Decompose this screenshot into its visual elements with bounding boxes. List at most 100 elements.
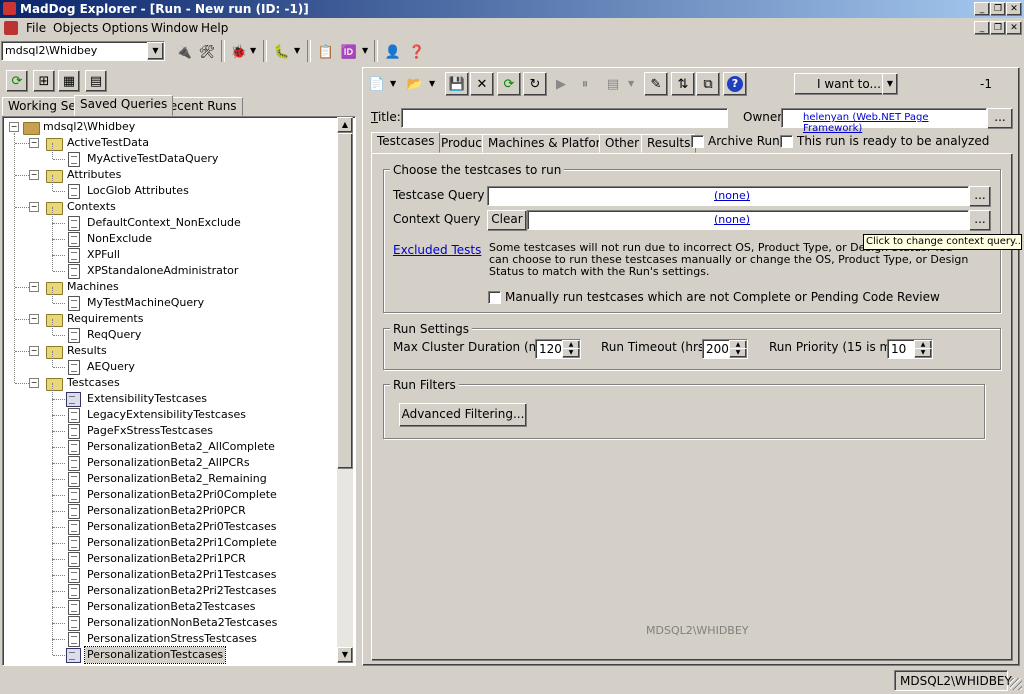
testcase-query-link[interactable]: (none) xyxy=(714,189,750,202)
collapse-icon[interactable]: − xyxy=(29,314,39,324)
connect-icon[interactable]: 🔌 xyxy=(172,40,196,64)
testcase-query-field[interactable]: (none) xyxy=(487,186,969,206)
tree-node-label: Testcases xyxy=(67,376,120,389)
id-dropdown-icon[interactable]: ▼ xyxy=(362,46,368,55)
save-icon[interactable]: 💾 xyxy=(445,72,469,96)
collapse-icon[interactable]: − xyxy=(29,378,39,388)
mdi-restore-button[interactable]: ❐ xyxy=(990,21,1006,35)
play-icon[interactable]: ▶ xyxy=(549,72,573,96)
edit-icon[interactable]: ✎ xyxy=(644,72,668,96)
mdi-minimize-button[interactable]: _ xyxy=(974,21,990,35)
new-run-dropdown-icon[interactable]: ▼ xyxy=(390,79,396,88)
help-icon[interactable]: ❓ xyxy=(405,40,429,64)
menu-window[interactable]: Window xyxy=(151,21,198,35)
collapse-icon[interactable]: − xyxy=(29,202,39,212)
manual-run-checkbox[interactable] xyxy=(488,291,501,304)
collapse-icon[interactable]: − xyxy=(29,170,39,180)
tab-saved-queries[interactable]: Saved Queries xyxy=(74,95,174,116)
timeout-spinner[interactable]: 200 ▲ ▼ xyxy=(702,339,748,359)
pause-icon[interactable]: ⏸ xyxy=(573,72,597,96)
tree-node[interactable]: ReqQuery xyxy=(3,319,333,343)
tree-node[interactable]: XPStandaloneAdministrator xyxy=(3,255,333,279)
refresh-run-icon[interactable]: ⟳ xyxy=(497,72,521,96)
open-dropdown-icon[interactable]: ▼ xyxy=(429,79,435,88)
server-combo[interactable]: mdsql2\Whidbey ▼ xyxy=(1,41,165,61)
menu-objects[interactable]: Objects xyxy=(53,21,98,35)
testcase-query-browse-button[interactable]: ... xyxy=(969,186,991,207)
chevron-down-icon[interactable]: ▼ xyxy=(882,73,898,95)
tools-icon[interactable]: 🛠 xyxy=(195,40,219,64)
collapse-icon[interactable]: − xyxy=(9,122,19,132)
tree-node[interactable]: LocGlob Attributes xyxy=(3,175,333,199)
resize-grip-icon[interactable] xyxy=(1010,678,1022,690)
priority-spinner[interactable]: 10 ▲ ▼ xyxy=(887,339,933,359)
user-icon[interactable]: 👤 xyxy=(381,40,405,64)
tab-testcases[interactable]: Testcases xyxy=(371,132,441,153)
close-button[interactable]: ✕ xyxy=(1006,2,1022,16)
owner-link[interactable]: helenyan (Web.NET Page Framework) xyxy=(803,112,986,134)
app-icon[interactable] xyxy=(3,2,16,15)
refresh-icon[interactable]: ⟳ xyxy=(6,70,28,92)
help-circle-icon[interactable]: ? xyxy=(723,72,747,96)
calculator-icon[interactable]: ▦ xyxy=(58,70,80,92)
scroll-thumb[interactable] xyxy=(337,133,353,469)
bug-settings-dropdown-icon[interactable]: ▼ xyxy=(294,46,300,55)
reload-icon[interactable]: ↻ xyxy=(523,72,547,96)
menu-options[interactable]: Options xyxy=(102,21,148,35)
collapse-icon[interactable]: − xyxy=(29,138,39,148)
bug-icon[interactable]: 🐞 xyxy=(227,40,251,64)
menu-help[interactable]: Help xyxy=(201,21,228,35)
menu-file[interactable]: File xyxy=(26,21,46,35)
tree-node[interactable]: PersonalizationTestcases xyxy=(3,639,333,664)
tab-machines-platform[interactable]: Machines & Platform xyxy=(482,134,619,153)
mdi-child-icon[interactable] xyxy=(4,21,18,35)
saved-queries-tree[interactable]: − mdsql2\Whidbey − ActiveTestData MyActiveTe… xyxy=(2,116,356,666)
tree-connector xyxy=(52,319,53,335)
new-query-icon[interactable]: ⊞ xyxy=(33,70,55,92)
bug-settings-icon[interactable]: 🐛 xyxy=(270,40,294,64)
mdi-close-button[interactable]: ✕ xyxy=(1006,21,1022,35)
id-icon[interactable]: 🆔 xyxy=(337,40,361,64)
tree-node[interactable]: AEQuery xyxy=(3,351,333,375)
chevron-down-icon[interactable]: ▼ xyxy=(147,42,164,60)
advanced-filtering-button[interactable]: Advanced Filtering... xyxy=(399,403,527,427)
ready-to-analyze-checkbox[interactable] xyxy=(780,135,793,148)
tab-results[interactable]: Results xyxy=(641,134,697,153)
tree-connector xyxy=(53,223,65,224)
testcase-icon[interactable]: 📋 xyxy=(314,40,338,64)
restore-button[interactable]: ❐ xyxy=(990,2,1006,16)
collapse-icon[interactable]: − xyxy=(29,346,39,356)
spin-down-icon[interactable]: ▼ xyxy=(562,348,580,358)
tree-scrollbar[interactable]: ▲ ▼ xyxy=(337,117,353,663)
open-folder-icon[interactable]: 📂 xyxy=(403,72,427,96)
archive-run-checkbox[interactable] xyxy=(691,135,704,148)
context-query-browse-button[interactable]: ... xyxy=(969,210,991,231)
scroll-up-icon[interactable]: ▲ xyxy=(337,117,353,133)
context-query-link[interactable]: (none) xyxy=(714,213,750,226)
tree-node[interactable]: MyTestMachineQuery xyxy=(3,287,333,311)
tree-node-label: LegacyExtensibilityTestcases xyxy=(87,408,246,421)
spin-down-icon[interactable]: ▼ xyxy=(729,348,747,358)
copy-icon[interactable]: ⧉ xyxy=(696,72,720,96)
max-cluster-spinner[interactable]: 120 ▲ ▼ xyxy=(535,339,581,359)
properties-icon[interactable]: ▤ xyxy=(85,70,107,92)
report-icon[interactable]: ▤ xyxy=(601,72,625,96)
collapse-icon[interactable]: − xyxy=(29,282,39,292)
scroll-down-icon[interactable]: ▼ xyxy=(337,647,353,663)
owner-field[interactable]: helenyan (Web.NET Page Framework) xyxy=(781,108,987,134)
tree-node[interactable]: MyActiveTestDataQuery xyxy=(3,143,333,167)
clear-button[interactable]: Clear xyxy=(487,210,527,231)
excluded-tests-link[interactable]: Excluded Tests xyxy=(393,243,481,257)
new-run-icon[interactable]: 📄 xyxy=(365,72,389,96)
report-dropdown-icon[interactable]: ▼ xyxy=(628,79,634,88)
spin-down-icon[interactable]: ▼ xyxy=(914,348,932,358)
owner-browse-button[interactable]: ... xyxy=(987,108,1013,129)
tab-other[interactable]: Other xyxy=(599,134,646,153)
delete-icon[interactable]: ✕ xyxy=(470,72,494,96)
tree-node-root[interactable]: − mdsql2\Whidbey xyxy=(3,119,333,135)
title-input[interactable] xyxy=(401,108,728,128)
bug-dropdown-icon[interactable]: ▼ xyxy=(250,46,256,55)
minimize-button[interactable]: _ xyxy=(974,2,990,16)
context-query-field[interactable]: (none) xyxy=(527,210,969,230)
share-icon[interactable]: ⇅ xyxy=(671,72,695,96)
